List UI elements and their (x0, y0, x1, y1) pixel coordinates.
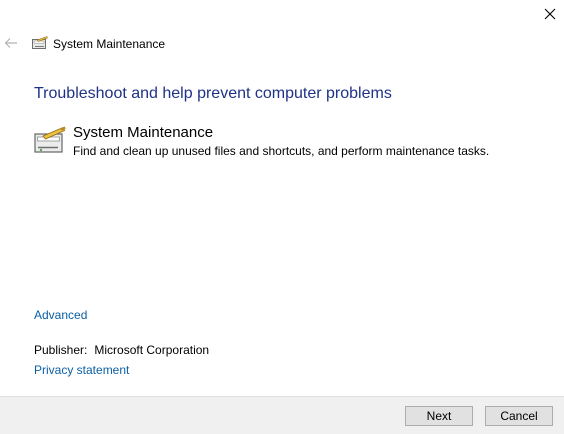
system-maintenance-icon (34, 126, 66, 154)
back-button[interactable] (2, 34, 20, 52)
close-button[interactable] (536, 0, 564, 28)
publisher-value: Microsoft Corporation (94, 343, 210, 357)
cancel-button[interactable]: Cancel (485, 406, 553, 426)
back-arrow-icon (4, 38, 17, 48)
task-description: Find and clean up unused files and short… (73, 144, 490, 158)
page-heading: Troubleshoot and help prevent computer p… (34, 85, 392, 102)
advanced-link[interactable]: Advanced (34, 308, 87, 323)
task-title: System Maintenance (73, 124, 214, 141)
next-button[interactable]: Next (405, 406, 473, 426)
privacy-statement-link[interactable]: Privacy statement (34, 363, 129, 378)
system-maintenance-small-icon (32, 36, 48, 50)
publisher-row: Publisher: Microsoft Corporation (34, 343, 209, 358)
close-icon (544, 8, 556, 20)
publisher-label: Publisher: (34, 343, 88, 357)
window-title: System Maintenance (53, 37, 166, 51)
footer-bar (0, 396, 564, 434)
